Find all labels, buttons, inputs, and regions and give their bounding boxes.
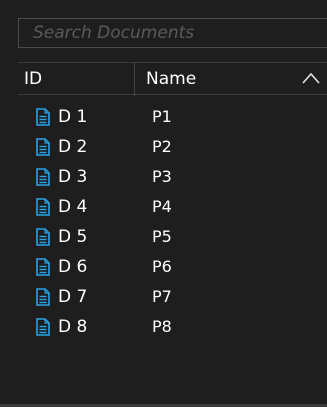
- table-row[interactable]: D 4 P4: [18, 194, 327, 224]
- document-icon: [36, 138, 50, 156]
- table-row[interactable]: D 6 P6: [18, 254, 327, 284]
- row-id: D 3: [58, 167, 88, 187]
- document-icon: [36, 288, 50, 306]
- row-id: D 6: [58, 257, 88, 277]
- row-id: D 8: [58, 317, 88, 337]
- document-rows: D 1 P1 D 2 P2 D 3 P3 D 4 P4 D 5 P5 D 6 P…: [18, 104, 327, 344]
- search-input[interactable]: [19, 19, 327, 47]
- search-box: [18, 18, 327, 48]
- column-header-name[interactable]: Name: [146, 69, 196, 89]
- row-name: P5: [152, 227, 172, 246]
- document-icon: [36, 318, 50, 336]
- row-name: P6: [152, 257, 172, 276]
- document-list-panel: ID Name D 1 P1 D: [0, 0, 327, 407]
- chevron-up-icon[interactable]: [301, 71, 321, 85]
- table-row[interactable]: D 8 P8: [18, 314, 327, 344]
- document-icon: [36, 258, 50, 276]
- row-name: P2: [152, 137, 172, 156]
- table-row[interactable]: D 7 P7: [18, 284, 327, 314]
- document-icon: [36, 108, 50, 126]
- row-name: P3: [152, 167, 172, 186]
- document-icon: [36, 168, 50, 186]
- row-id: D 4: [58, 197, 88, 217]
- table-row[interactable]: D 1 P1: [18, 104, 327, 134]
- row-id: D 5: [58, 227, 88, 247]
- column-resize-handle[interactable]: [134, 63, 135, 96]
- document-icon: [36, 198, 50, 216]
- column-header: ID Name: [18, 62, 327, 96]
- table-row[interactable]: D 2 P2: [18, 134, 327, 164]
- document-icon: [36, 228, 50, 246]
- table-row[interactable]: D 3 P3: [18, 164, 327, 194]
- row-id: D 1: [58, 107, 88, 127]
- row-name: P4: [152, 197, 172, 216]
- row-id: D 2: [58, 137, 88, 157]
- row-name: P1: [152, 107, 172, 126]
- row-id: D 7: [58, 287, 88, 307]
- table-row[interactable]: D 5 P5: [18, 224, 327, 254]
- row-name: P8: [152, 317, 172, 336]
- column-header-id[interactable]: ID: [24, 69, 42, 89]
- row-name: P7: [152, 287, 172, 306]
